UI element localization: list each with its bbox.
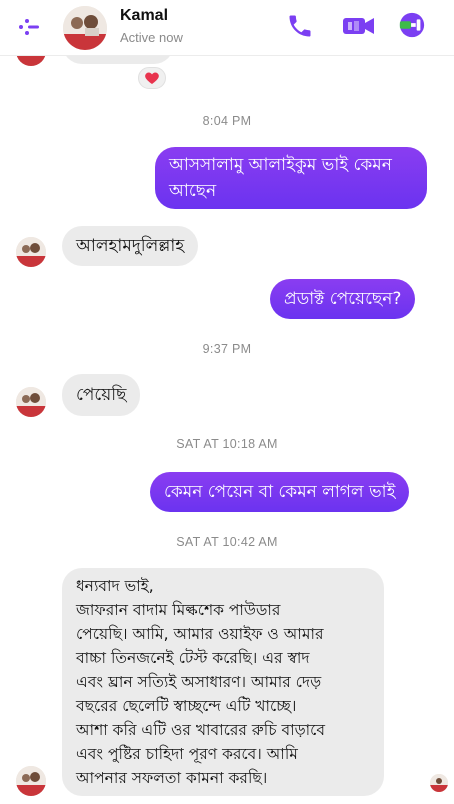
info-icon[interactable] bbox=[396, 11, 428, 39]
sender-avatar bbox=[16, 237, 46, 267]
message-line: পেয়েছি। আমি, আমার ওয়াইফ ও আমার bbox=[76, 625, 324, 643]
message-thread[interactable]: 8:04 PM আসসালামু আলাইকুম ভাই কেমন আছেন আ… bbox=[0, 42, 454, 804]
outgoing-message[interactable]: কেমন পেয়েন বা কেমন লাগল ভাই bbox=[150, 472, 410, 512]
timestamp: SAT AT 10:42 AM bbox=[176, 535, 278, 549]
outgoing-message[interactable]: প্রডাক্ট পেয়েছেন? bbox=[270, 279, 416, 319]
timestamp: 9:37 PM bbox=[202, 342, 252, 356]
phone-icon[interactable] bbox=[286, 12, 314, 40]
message-line: ধন্যবাদ ভাই, bbox=[76, 577, 154, 595]
message-line: বাচ্চা তিনজনেই টেস্ট করেছি। এর স্বাদ bbox=[76, 649, 310, 667]
message-line: আপনার সফলতা কামনা করছি। bbox=[76, 769, 268, 787]
message-line: আছেন bbox=[169, 181, 217, 201]
read-receipt-avatar bbox=[430, 774, 448, 792]
active-status: Active now bbox=[120, 30, 183, 45]
chat-header: Kamal Active now bbox=[0, 0, 454, 56]
incoming-message[interactable]: ধন্যবাদ ভাই, জাফরান বাদাম মিল্কশেক পাউডা… bbox=[62, 568, 384, 796]
incoming-message[interactable]: আলহামদুলিল্লাহ bbox=[62, 226, 199, 266]
outgoing-message[interactable]: আসসালামু আলাইকুম ভাই কেমন আছেন bbox=[155, 147, 427, 209]
message-line: এবং পুষ্টির চাহিদা পূরণ করবে। আমি bbox=[76, 745, 298, 763]
message-line: এবং ঘ্রান সত্যিই অসাধারণ। আমার দেড় bbox=[76, 673, 322, 691]
video-camera-icon[interactable] bbox=[342, 12, 376, 40]
sender-avatar bbox=[16, 766, 46, 796]
heart-icon bbox=[145, 72, 159, 84]
message-reaction[interactable] bbox=[138, 67, 166, 89]
message-line: আসসালামু আলাইকুম ভাই কেমন bbox=[169, 155, 392, 175]
back-arrow-icon[interactable] bbox=[16, 14, 42, 40]
contact-name[interactable]: Kamal bbox=[120, 7, 168, 25]
message-line: জাফরান বাদাম মিল্কশেক পাউডার bbox=[76, 601, 281, 619]
contact-avatar[interactable] bbox=[63, 6, 107, 50]
message-line: আশা করি এটি ওর খাবারের রুচি বাড়াবে bbox=[76, 721, 326, 739]
sender-avatar bbox=[16, 387, 46, 417]
incoming-message[interactable]: পেয়েছি bbox=[62, 374, 141, 416]
timestamp: 8:04 PM bbox=[202, 114, 252, 128]
timestamp: SAT AT 10:18 AM bbox=[176, 437, 278, 451]
message-line: বছরের ছেলেটি স্বাচ্ছন্দে এটি খাচ্ছে। bbox=[76, 697, 297, 715]
